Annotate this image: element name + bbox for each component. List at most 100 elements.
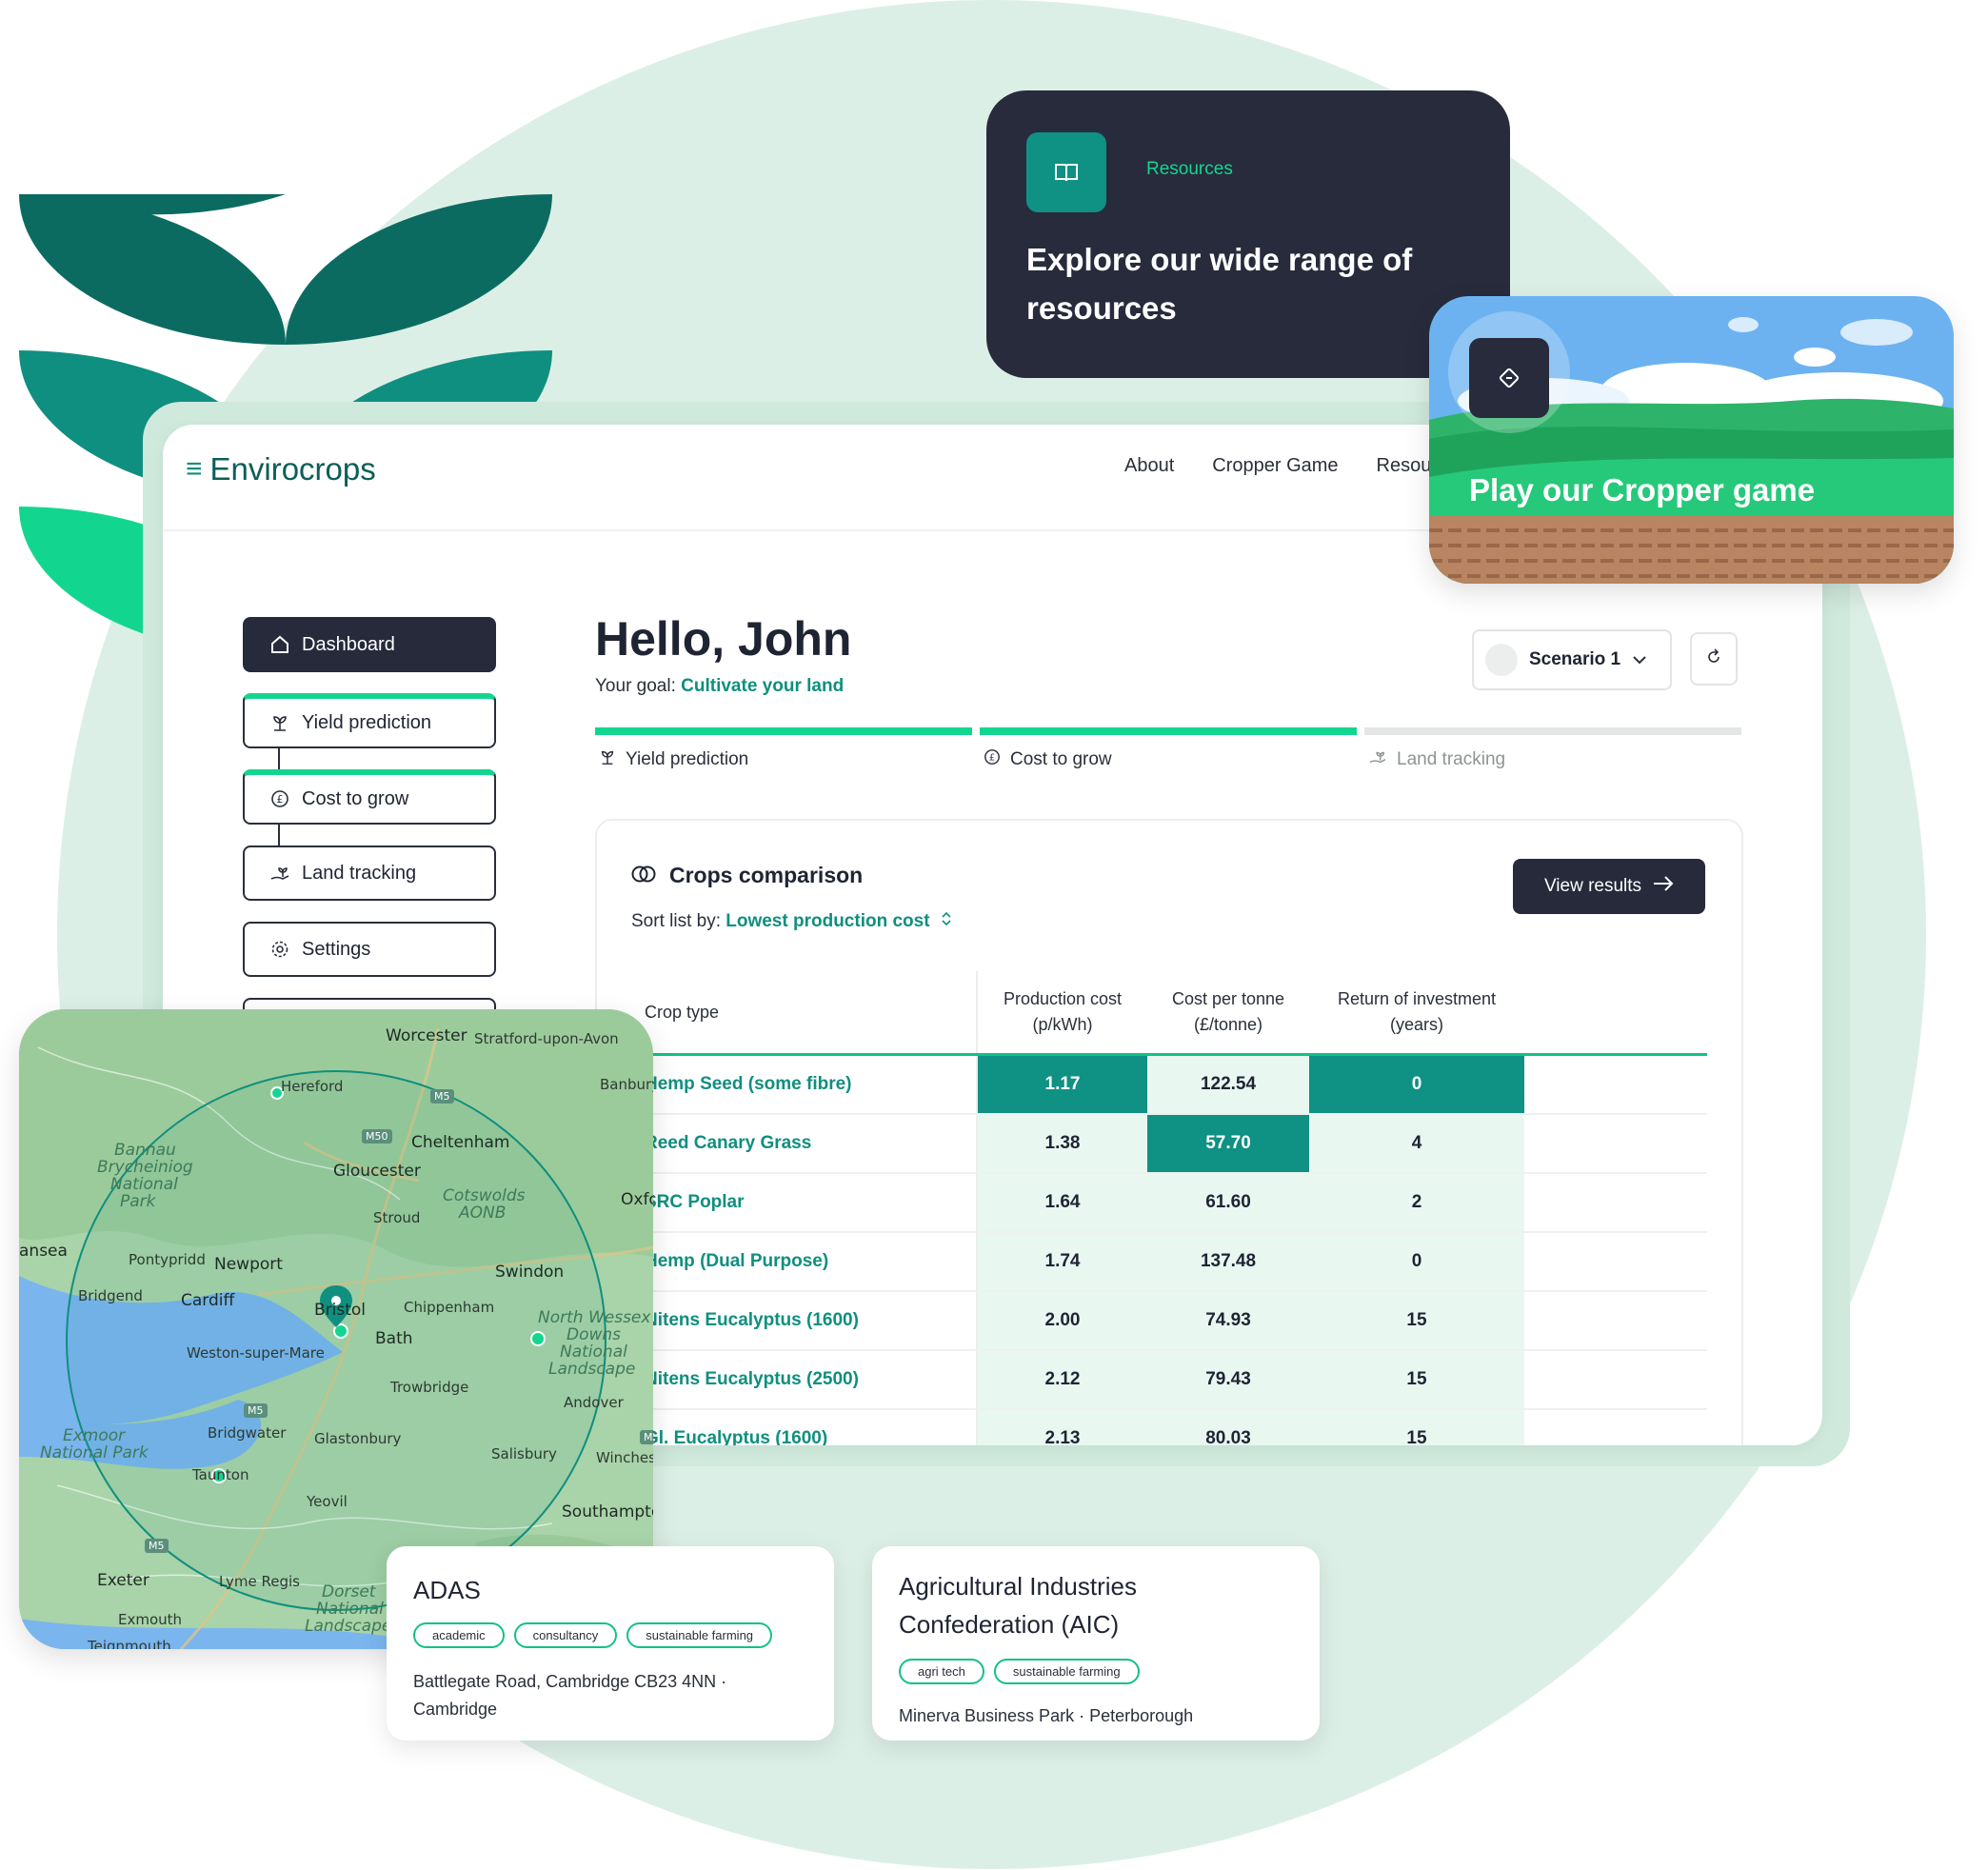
cost-per-tonne-cell: 61.60 <box>1147 1174 1309 1231</box>
roi-cell: 2 <box>1309 1174 1524 1231</box>
org-name-line: Agricultural Industries <box>899 1572 1137 1601</box>
chevron-down-icon <box>1632 649 1647 670</box>
org-address: Minerva Business Park · Peterborough <box>899 1702 1193 1730</box>
brand-logo[interactable]: ≡ Envirocrops <box>186 451 376 487</box>
org-tags: academic consultancy sustainable farming <box>413 1622 773 1648</box>
sidebar-item-land-tracking[interactable]: Land tracking <box>243 845 496 901</box>
map-label: North Wessex <box>538 1308 651 1327</box>
roi-cell: 15 <box>1309 1292 1524 1349</box>
cost-per-tonne-cell: 57.70 <box>1147 1115 1309 1172</box>
roi-cell: 0 <box>1309 1056 1524 1113</box>
scenario-label: Scenario 1 <box>1529 649 1621 669</box>
goal-text: Your goal: Cultivate your land <box>595 676 844 697</box>
map-label: National <box>316 1600 384 1619</box>
top-nav: About Cropper Game Resou <box>1124 455 1431 477</box>
tag[interactable]: consultancy <box>513 1622 618 1648</box>
header-crop-type: Crop type <box>645 1002 720 1022</box>
nav-about[interactable]: About <box>1124 455 1174 477</box>
progress-step-label: Cost to grow <box>1010 749 1112 769</box>
refresh-button[interactable] <box>1690 632 1738 686</box>
cost-per-tonne-cell: 79.43 <box>1147 1351 1309 1408</box>
progress-step-land[interactable]: Land tracking <box>1368 748 1505 771</box>
sidebar-item-dashboard[interactable]: Dashboard <box>243 617 496 672</box>
map-label: National <box>110 1175 178 1194</box>
sidebar-item-label: Dashboard <box>302 633 395 655</box>
book-icon <box>1026 132 1106 212</box>
header-line: Cost per tonne <box>1171 989 1285 1008</box>
tag[interactable]: sustainable farming <box>993 1659 1140 1684</box>
header-production-cost: Production cost (p/kWh) <box>978 971 1147 1053</box>
crop-name[interactable]: Nitens Eucalyptus (2500) <box>645 1351 987 1408</box>
map-label: Exeter <box>97 1571 149 1590</box>
cost-per-tonne-cell: 74.93 <box>1147 1292 1309 1349</box>
sidebar-item-label: Settings <box>302 938 371 960</box>
view-results-button[interactable]: View results <box>1513 859 1705 914</box>
tag[interactable]: academic <box>413 1622 505 1648</box>
hand-plant-icon <box>1368 748 1387 771</box>
table-row[interactable]: Reed Canary Grass 1.38 57.70 4 <box>631 1115 1707 1174</box>
table-row[interactable]: Nitens Eucalyptus (2500) 2.12 79.43 15 <box>631 1351 1707 1410</box>
sprout-icon <box>599 748 616 771</box>
org-card-aic[interactable]: Agricultural Industries Confederation (A… <box>872 1546 1320 1741</box>
sidebar-item-label: Yield prediction <box>302 711 432 733</box>
production-cost-cell: 2.13 <box>978 1410 1147 1445</box>
table-row[interactable]: Hemp (Dual Purpose) 1.74 137.48 0 <box>631 1233 1707 1292</box>
tag[interactable]: agri tech <box>899 1659 984 1684</box>
sort-prefix: Sort list by: <box>631 911 726 932</box>
progress-step-yield[interactable]: Yield prediction <box>599 748 748 771</box>
sidebar-item-cost-to-grow[interactable]: £ Cost to grow <box>243 769 496 825</box>
sidebar-item-yield-prediction[interactable]: Yield prediction <box>243 693 496 748</box>
map-label: Landscape <box>305 1617 392 1636</box>
crop-name[interactable]: Hemp Seed (some fibre) <box>645 1056 987 1113</box>
org-address-line: Minerva Business Park · Peterborough <box>899 1706 1194 1725</box>
table-row[interactable]: SRC Poplar 1.64 61.60 2 <box>631 1174 1707 1233</box>
arrow-right-icon <box>1653 876 1674 897</box>
org-tags: agri tech sustainable farming <box>899 1659 1140 1684</box>
pound-icon: £ <box>269 788 290 809</box>
tag[interactable]: sustainable farming <box>626 1622 773 1648</box>
sort-select[interactable]: Lowest production cost <box>726 911 929 931</box>
view-results-label: View results <box>1543 876 1642 896</box>
page-title: Hello, John <box>595 612 852 666</box>
resources-label: Resources <box>1146 159 1233 179</box>
table-row[interactable]: Nitens Eucalyptus (1600) 2.00 74.93 15 <box>631 1292 1707 1351</box>
scenario-select[interactable]: Scenario 1 <box>1472 629 1672 690</box>
goal-link[interactable]: Cultivate your land <box>681 676 844 696</box>
map-label: Hereford <box>281 1078 344 1095</box>
crop-name[interactable]: Gl. Eucalyptus (1600) <box>645 1410 987 1445</box>
map-label: Bannau <box>114 1141 176 1160</box>
progress-bar-yield <box>595 727 972 735</box>
org-name: Agricultural Industries Confederation (A… <box>899 1567 1137 1644</box>
hand-plant-icon <box>269 863 290 884</box>
map-label: National Park <box>40 1443 149 1462</box>
map-label: Taunton <box>192 1466 249 1483</box>
crop-name[interactable]: Reed Canary Grass <box>645 1115 987 1172</box>
crop-name[interactable]: Nitens Eucalyptus (1600) <box>645 1292 987 1349</box>
production-cost-cell: 1.17 <box>978 1056 1147 1113</box>
map-label: Weston-super-Mare <box>187 1344 325 1362</box>
map-label: Chippenham <box>404 1299 495 1316</box>
progress-bar-cost <box>980 727 1357 735</box>
cost-per-tonne-cell: 122.54 <box>1147 1056 1309 1113</box>
progress-step-cost[interactable]: £ Cost to grow <box>984 748 1112 771</box>
nav-resources[interactable]: Resou <box>1377 455 1432 477</box>
cropper-game-card[interactable]: Play our Cropper game <box>1429 296 1954 584</box>
scenario-avatar <box>1485 644 1518 676</box>
brand-name: Envirocrops <box>209 451 376 487</box>
map-label: Cotswolds <box>443 1186 526 1205</box>
map-label: Dorset <box>322 1582 376 1601</box>
sidebar-item-settings[interactable]: Settings <box>243 922 496 977</box>
nav-cropper-game[interactable]: Cropper Game <box>1212 455 1338 477</box>
crop-name[interactable]: Hemp (Dual Purpose) <box>645 1233 987 1290</box>
map-label: Gloucester <box>333 1162 421 1181</box>
crop-name[interactable]: SRC Poplar <box>645 1174 987 1231</box>
home-icon <box>269 634 290 655</box>
table-row[interactable]: Hemp Seed (some fibre) 1.17 122.54 0 <box>631 1056 1707 1115</box>
org-card-adas[interactable]: ADAS academic consultancy sustainable fa… <box>387 1546 834 1741</box>
map-label: Downs <box>567 1325 622 1344</box>
table-row[interactable]: Gl. Eucalyptus (1600) 2.13 80.03 15 <box>631 1410 1707 1445</box>
map-label: Stroud <box>373 1209 421 1226</box>
org-address-line: Cambridge <box>413 1699 498 1719</box>
roi-cell: 4 <box>1309 1115 1524 1172</box>
map-label: Trowbridge <box>390 1379 469 1396</box>
